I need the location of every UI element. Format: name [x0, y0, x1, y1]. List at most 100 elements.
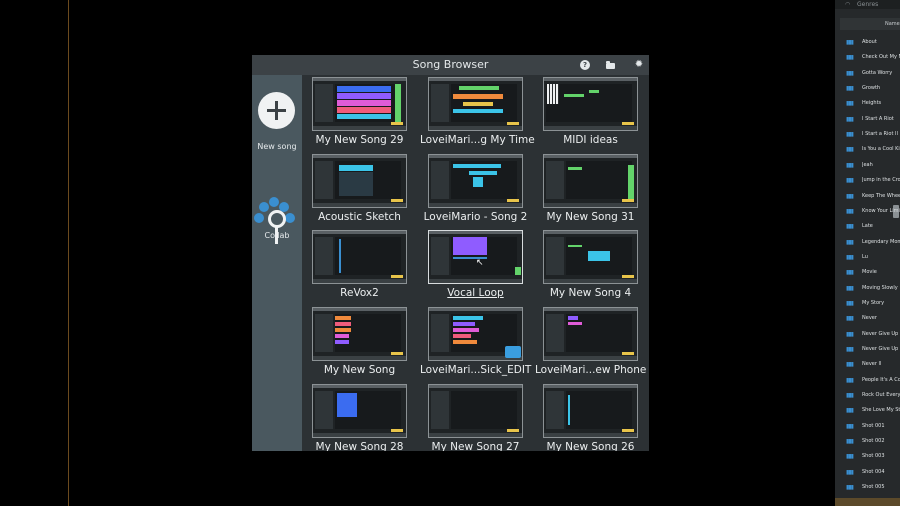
waveform-icon: ▮▮▮	[846, 346, 854, 353]
genre-list-item[interactable]: ▮▮▮ Is You a Cool Kid	[835, 143, 900, 158]
waveform-icon: ▮▮▮	[846, 299, 854, 307]
genre-list-item[interactable]: ▮▮▮ I Start A Riot	[835, 113, 900, 128]
waveform-icon: ▮▮▮	[846, 115, 854, 123]
genre-list-item[interactable]: ▮▮▮ Rock Out Every	[835, 389, 900, 404]
genre-item-label: Shot 004	[862, 468, 885, 475]
genre-list-item[interactable]: ▮▮▮ About	[835, 36, 900, 51]
song-thumbnail	[312, 307, 407, 361]
genre-list-item[interactable]: ▮▮▮ Jeah	[835, 159, 900, 174]
genre-list-item[interactable]: ▮▮▮ Movie	[835, 266, 900, 281]
song-name: Vocal Loop	[447, 287, 504, 299]
cursor-icon: ↖	[476, 258, 484, 268]
waveform-icon: ▮▮▮	[846, 284, 854, 292]
waveform-icon: ▮▮▮	[846, 161, 854, 169]
genre-list-item[interactable]: ▮▮▮ Lu	[835, 251, 900, 266]
genre-list-item[interactable]: ▮▮▮ My Story	[835, 297, 900, 312]
genres-panel: ◠ Genres Name ▮▮▮ About ▮▮▮ Check Out My Ne…	[835, 0, 900, 506]
song-thumbnail	[312, 384, 407, 438]
waveform-icon: ▮▮▮	[846, 269, 854, 277]
song-name: My New Song 4	[549, 287, 632, 299]
genre-list-item[interactable]: ▮▮▮ Heights	[835, 97, 900, 112]
genre-item-label: Growth	[862, 85, 881, 92]
new-song-button[interactable]	[258, 92, 295, 129]
genre-item-label: Gotta Worry	[862, 69, 893, 76]
waveform-icon: ▮▮▮	[846, 192, 854, 200]
help-icon[interactable]: ?	[580, 60, 590, 70]
waveform-icon: ▮▮▮	[846, 177, 854, 185]
genre-list-item[interactable]: ▮▮▮ Shot 002	[835, 435, 900, 450]
waveform-icon: ▮▮▮	[846, 85, 854, 93]
genre-item-label: Never Give Up	[862, 330, 899, 337]
title-bar: Song Browser ? ✹	[252, 55, 649, 75]
genre-list-item[interactable]: ▮▮▮ Check Out My Ne	[835, 51, 900, 66]
genre-item-label: Heights	[862, 100, 882, 107]
genre-list-item[interactable]: ▮▮▮ Growth	[835, 82, 900, 97]
genre-list-item[interactable]: ▮▮▮ Never Give Up	[835, 328, 900, 343]
genre-list-item[interactable]: ▮▮▮ Jump in the Crow	[835, 174, 900, 189]
genre-item-label: Jump in the Crow	[862, 177, 900, 184]
genre-list-item[interactable]: ▮▮▮ Shot 005	[835, 481, 900, 496]
genre-list-item[interactable]: ▮▮▮ Moving Slowly	[835, 282, 900, 297]
waveform-icon: ▮▮▮	[846, 361, 854, 369]
song-thumbnail	[312, 77, 407, 131]
genre-list-item[interactable]: ▮▮▮ Never II	[835, 358, 900, 373]
panel-footer	[835, 498, 900, 506]
genre-item-label: Legendary Mom	[862, 238, 900, 245]
genre-item-label: Never II	[862, 361, 882, 368]
waveform-icon: ▮▮▮	[846, 146, 854, 154]
waveform-icon: ▮▮▮	[846, 223, 854, 231]
genre-list-item[interactable]: ▮▮▮ Never Give Up II	[835, 343, 900, 358]
gear-icon[interactable]: ✹	[634, 60, 644, 70]
genre-list-item[interactable]: ▮▮▮ I Start a Riot II	[835, 128, 900, 143]
genre-item-label: Is You a Cool Kid	[862, 146, 900, 153]
genre-item-label: My Story	[862, 299, 885, 306]
song-browser-window: Song Browser ? ✹ New song Collab My New …	[252, 55, 649, 451]
waveform-icon: ▮▮▮	[846, 392, 854, 400]
genre-item-label: Late	[862, 223, 873, 230]
genre-list-item[interactable]: ▮▮▮ Keep The Wheels	[835, 190, 900, 205]
genre-list-item[interactable]: ▮▮▮ Gotta Worry	[835, 67, 900, 82]
waveform-icon: ▮▮▮	[846, 376, 854, 384]
folder-icon[interactable]	[505, 346, 521, 358]
song-name: My New Song 28	[315, 441, 404, 451]
genre-list-item[interactable]: ▮▮▮ She Love My Style	[835, 404, 900, 419]
genre-list-item[interactable]: ▮▮▮ Shot 001	[835, 420, 900, 435]
song-name: My New Song 27	[431, 441, 520, 451]
waveform-icon: ▮▮▮	[846, 253, 854, 261]
collab-icon	[269, 197, 279, 207]
folder-icon[interactable]	[606, 60, 616, 70]
waveform-icon: ▮▮▮	[846, 453, 854, 461]
waveform-icon: ▮▮▮	[846, 54, 854, 62]
song-thumbnail	[428, 154, 523, 208]
song-thumbnail	[428, 307, 523, 361]
genre-item-label: I Start A Riot	[862, 115, 894, 122]
name-column-label: Name	[885, 21, 900, 27]
genre-list-item[interactable]: ▮▮▮ People It's A Cor	[835, 374, 900, 389]
genre-item-label: Moving Slowly	[862, 284, 898, 291]
genre-item-label: Jeah	[862, 161, 873, 168]
headphones-icon: ◠	[845, 1, 851, 8]
genre-list-item[interactable]: ▮▮▮ Late	[835, 220, 900, 235]
waveform-icon: ▮▮▮	[846, 238, 854, 246]
genre-list-item[interactable]: ▮▮▮ Shot 003	[835, 450, 900, 465]
genre-item-label: Know Your Limit	[862, 207, 900, 214]
genre-item-label: She Love My Style	[862, 407, 900, 414]
genre-item-label: People It's A Cor	[862, 376, 900, 383]
waveform-icon: ▮▮▮	[846, 468, 854, 476]
song-name: Acoustic Sketch	[318, 211, 401, 223]
song-name: My New Song 29	[315, 134, 404, 146]
genre-item-label: Never	[862, 315, 877, 322]
genre-item-label: Shot 002	[862, 438, 885, 445]
genre-list-item[interactable]: ▮▮▮ Legendary Mom	[835, 236, 900, 251]
genre-list-item[interactable]: ▮▮▮ Know Your Limit	[835, 205, 900, 220]
waveform-icon: ▮▮▮	[846, 330, 854, 338]
song-thumbnail	[428, 77, 523, 131]
genre-list-item[interactable]: ▮▮▮ Shot 004	[835, 466, 900, 481]
song-name: ReVox2	[340, 287, 379, 299]
song-thumbnail	[312, 154, 407, 208]
waveform-icon: ▮▮▮	[846, 207, 854, 215]
genre-item-label: Rock Out Every	[862, 392, 900, 399]
song-thumbnail: ↖	[428, 230, 523, 284]
genre-list-item[interactable]: ▮▮▮ Never	[835, 312, 900, 327]
song-thumbnail	[312, 230, 407, 284]
